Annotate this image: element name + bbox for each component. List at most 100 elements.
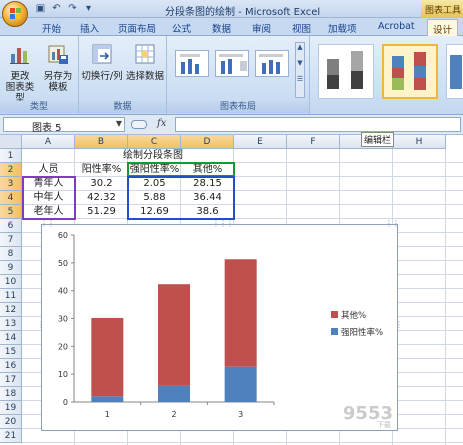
redo-icon[interactable]: ↷ xyxy=(66,2,79,15)
column-header-c[interactable]: C xyxy=(128,135,181,149)
row-header-15[interactable]: 15 xyxy=(0,345,22,359)
row-header-11[interactable]: 11 xyxy=(0,289,22,303)
data-cell[interactable]: 12.69 xyxy=(128,205,181,219)
column-header-d[interactable]: D xyxy=(181,135,234,149)
scroll-up-icon[interactable]: ▲ xyxy=(296,43,304,51)
chart-style-gray-thumbnail[interactable] xyxy=(318,44,374,99)
row-header-17[interactable]: 17 xyxy=(0,373,22,387)
data-cell[interactable]: 老年人 xyxy=(22,205,75,219)
chart-resize-handle[interactable]: ⋮⋮ xyxy=(385,219,400,228)
bar-segment xyxy=(224,366,257,402)
data-cell[interactable]: 2.05 xyxy=(128,177,181,191)
row-header-7[interactable]: 7 xyxy=(0,233,22,247)
tab-view[interactable]: 视图 xyxy=(292,21,311,35)
row-header-2[interactable]: 2 xyxy=(0,163,22,177)
column-header-a[interactable]: A xyxy=(22,135,75,149)
layout-gallery-scrollbar[interactable]: ▲ ▼ ☰ xyxy=(295,42,305,98)
header-cell-other[interactable]: 其他% xyxy=(181,163,234,177)
name-box-dropdown-icon[interactable]: ▼ xyxy=(116,119,122,128)
tab-addins[interactable]: 加载项 xyxy=(328,21,357,35)
switch-row-col-button[interactable]: 切换行/列 xyxy=(81,42,123,82)
select-data-icon xyxy=(135,44,155,64)
chart-resize-handle[interactable]: ⋮ xyxy=(37,320,45,329)
column-header-h[interactable]: H xyxy=(393,135,446,149)
row-header-10[interactable]: 10 xyxy=(0,275,22,289)
expand-name-box-handle[interactable] xyxy=(131,120,147,129)
sheet-title-cell[interactable]: 绘制分段条图 xyxy=(74,149,232,163)
header-cell-strong-positive[interactable]: 强阳性率% xyxy=(128,163,181,177)
name-box-value: 图表 5 xyxy=(32,123,62,134)
data-cell[interactable]: 中年人 xyxy=(22,191,75,205)
row-header-6[interactable]: 6 xyxy=(0,219,22,233)
layout-1-thumbnail[interactable] xyxy=(175,50,209,77)
row-header-13[interactable]: 13 xyxy=(0,317,22,331)
undo-icon[interactable]: ↶ xyxy=(50,2,63,15)
chart-style-color-thumbnail[interactable] xyxy=(382,44,438,99)
formula-input[interactable] xyxy=(175,117,461,132)
change-chart-type-button[interactable]: 更改 图表类型 xyxy=(2,42,38,104)
header-cell-people[interactable]: 人员 xyxy=(22,163,75,177)
layout-3-thumbnail[interactable] xyxy=(255,50,289,77)
select-all-corner[interactable] xyxy=(0,135,22,149)
tab-insert[interactable]: 插入 xyxy=(80,21,99,35)
office-button[interactable] xyxy=(2,1,28,27)
data-cell[interactable]: 51.29 xyxy=(75,205,128,219)
data-cell[interactable]: 36.44 xyxy=(181,191,234,205)
tab-home[interactable]: 开始 xyxy=(42,21,61,35)
gallery-more-icon[interactable]: ☰ xyxy=(296,75,304,83)
column-header-f[interactable]: F xyxy=(287,135,340,149)
row-header-8[interactable]: 8 xyxy=(0,247,22,261)
tab-review[interactable]: 审阅 xyxy=(252,21,271,35)
row-header-20[interactable]: 20 xyxy=(0,415,22,429)
chart-style-blue-thumbnail[interactable] xyxy=(446,44,463,99)
header-cell-positive[interactable]: 阳性率% xyxy=(75,163,128,177)
data-cell[interactable]: 38.6 xyxy=(181,205,234,219)
stacked-bar-chart[interactable]: ⋮⋮ ⋮⋮⋮ ⋮⋮ ⋮ ⋮ 0 10 20 30 40 50 60 1 2 3 其他% 强阳性率% 9… xyxy=(37,219,403,431)
row-header-12[interactable]: 12 xyxy=(0,303,22,317)
row-header-18[interactable]: 18 xyxy=(0,387,22,401)
save-icon[interactable]: ▣ xyxy=(34,2,47,15)
row-header-21[interactable]: 21 xyxy=(0,429,22,443)
tab-design[interactable]: 设计 xyxy=(427,19,459,37)
y-tick-label: 20 xyxy=(58,342,68,351)
chart-resize-handle[interactable]: ⋮⋮⋮ xyxy=(212,219,234,228)
data-cell[interactable]: 42.32 xyxy=(75,191,128,205)
row-header-3[interactable]: 3 xyxy=(0,177,22,191)
row-header-16[interactable]: 16 xyxy=(0,359,22,373)
office-logo-icon xyxy=(10,8,21,19)
tab-page-layout[interactable]: 页面布局 xyxy=(118,21,156,35)
tab-data[interactable]: 数据 xyxy=(212,21,231,35)
insert-function-icon[interactable]: fx xyxy=(157,118,166,129)
y-tick-label: 60 xyxy=(58,231,68,240)
data-cell[interactable]: 30.2 xyxy=(75,177,128,191)
chart-layout-group: ▲ ▼ ☰ 图表布局 xyxy=(167,36,310,114)
layout-2-thumbnail[interactable] xyxy=(215,50,249,77)
data-cell[interactable]: 28.15 xyxy=(181,177,234,191)
select-data-button[interactable]: 选择数据 xyxy=(125,42,165,82)
tab-formulas[interactable]: 公式 xyxy=(172,21,191,35)
x-tick-label: 3 xyxy=(238,410,243,419)
chart-resize-handle[interactable]: ⋮ xyxy=(395,320,403,329)
row-header-5[interactable]: 5 xyxy=(0,205,22,219)
scroll-down-icon[interactable]: ▼ xyxy=(296,59,304,67)
tab-acrobat[interactable]: Acrobat xyxy=(378,21,415,32)
data-group-label: 数据 xyxy=(79,101,166,113)
chart-resize-handle[interactable]: ⋮⋮ xyxy=(40,219,55,228)
type-group-label: 类型 xyxy=(0,101,78,113)
row-header-9[interactable]: 9 xyxy=(0,261,22,275)
bar-segment xyxy=(158,284,190,386)
x-tick-label: 2 xyxy=(171,410,176,419)
column-header-e[interactable]: E xyxy=(234,135,287,149)
data-cell[interactable]: 5.88 xyxy=(128,191,181,205)
save-as-template-button[interactable]: 另存为 模板 xyxy=(40,42,76,93)
column-header-b[interactable]: B xyxy=(75,135,128,149)
row-header-4[interactable]: 4 xyxy=(0,191,22,205)
save-as-template-label: 另存为 模板 xyxy=(43,71,73,93)
customize-qat-icon[interactable]: ▾ xyxy=(82,2,95,15)
row-header-14[interactable]: 14 xyxy=(0,331,22,345)
row-header-1[interactable]: 1 xyxy=(0,149,22,163)
name-box[interactable]: 图表 5 ▼ xyxy=(3,117,125,134)
row-header-19[interactable]: 19 xyxy=(0,401,22,415)
data-cell[interactable]: 青年人 xyxy=(22,177,75,191)
type-group: 更改 图表类型 另存为 模板 类型 xyxy=(0,36,79,114)
